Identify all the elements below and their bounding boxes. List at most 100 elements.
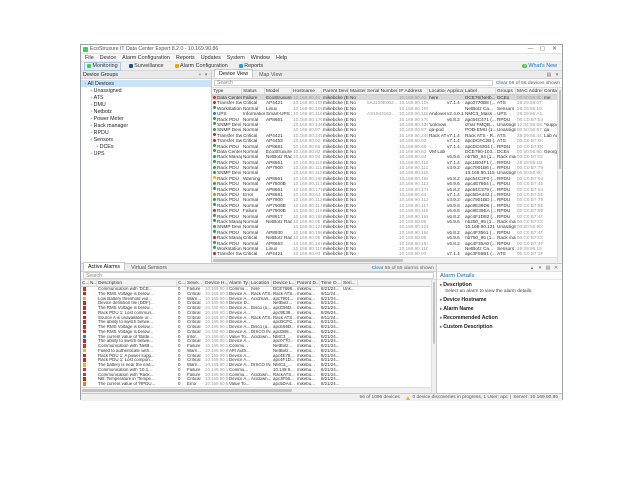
menu-item-file[interactable]: File [85,55,94,61]
tab-virtual-sensors[interactable]: Virtual Sensors [127,264,171,271]
expander-icon[interactable]: + [90,109,93,114]
tree-item-rpdu[interactable]: +RPDU [81,129,211,136]
tree-item-dmu[interactable]: +DMU [81,101,211,108]
alarm-column-header-n-[interactable]: N... [89,280,97,286]
minimize-panel-icon[interactable]: ▾ [554,72,560,78]
alarm-clear-button[interactable]: Clear [372,266,384,271]
tree-item-dces[interactable]: +DCEs [81,143,211,150]
expander-icon[interactable]: + [90,116,93,121]
column-header-groups[interactable]: Groups [496,88,516,94]
expander-icon[interactable]: + [90,88,93,93]
alarm-column-header-seve-[interactable]: Seve... [186,280,204,286]
menu-item-device[interactable]: Device [100,55,116,61]
alarm-severity-flag-icon [83,349,86,353]
menu-item-alarm-configuration[interactable]: Alarm Configuration [122,55,170,61]
alarm-column-header-alarm-ty-[interactable]: Alarm Ty... [228,280,250,286]
tree-item-power-meter[interactable]: +Power Meter [81,115,211,122]
column-header-model[interactable]: Model [265,88,292,94]
tree-item-sensors[interactable]: +Sensors [81,136,211,143]
section-label: Alarm Name [443,306,473,312]
tree-item-rack-manager[interactable]: +Rack manager [81,122,211,129]
expander-icon[interactable]: + [90,95,93,100]
device-row[interactable]: Transfer SwiCriticalAP442110.169.90.93mi… [212,251,557,256]
alarm-column-header-parent-d-[interactable]: Parent D... [296,280,320,286]
column-header-type[interactable]: Type [212,88,242,94]
alarm-search-input[interactable]: Search [83,272,434,279]
device-clear-button[interactable]: Clear [496,81,508,86]
expand-all-icon[interactable]: ▾ [537,265,543,271]
alarm-column-header-device-h-[interactable]: Device H... [204,280,228,286]
column-header-maintenanc-[interactable]: Maintenanc... [349,88,366,94]
column-header-status[interactable]: Status [242,88,265,94]
tree-item-ups[interactable]: +UPS [81,150,211,157]
alarm-vscrollbar[interactable] [431,280,436,393]
minimize-icon[interactable]: — [525,46,536,52]
section-header-alarm-name[interactable]: ▸Alarm Name [440,306,559,312]
perspective-monitoring[interactable]: Monitoring [84,62,121,71]
device-search-input[interactable]: Search [214,80,493,87]
device-status-icon [213,198,216,201]
alarm-details-section: ▸Alarm Name [440,306,559,312]
close-icon[interactable]: ✕ [549,46,560,52]
menu-item-reports[interactable]: Reports [176,55,195,61]
alarm-column-header-time-o-[interactable]: Time O... [320,280,342,286]
tree-item-netbotz[interactable]: +Netbotz [81,108,211,115]
alarm-column-header-device-l-[interactable]: Device L... [272,280,296,286]
panel-menu-icon[interactable]: ▤ [545,265,551,271]
device-status-icon [213,160,216,163]
alarm-column-header-seri-[interactable]: Seri... [342,280,358,286]
column-header-application-[interactable]: Application... [446,88,464,94]
expander-icon[interactable]: + [90,130,93,135]
column-header-mac-address[interactable]: MAC Address [516,88,543,94]
section-header-device-hostname[interactable]: ▸Device Hostname [440,297,559,303]
expander-icon[interactable]: + [90,102,93,107]
alarm-hscrollbar[interactable] [81,387,431,393]
view-menu-icon[interactable]: ▤ [546,72,552,78]
panel-menu-icon[interactable]: ▾ [203,72,209,78]
section-header-custom-description[interactable]: ▸Custom Description [440,324,559,330]
alarm-column-header-c-[interactable]: C... [81,280,89,286]
column-header-label[interactable]: Label [464,88,496,94]
column-header-hostname[interactable]: Hostname [292,88,322,94]
collapse-all-icon[interactable]: ▴ [529,265,535,271]
expander-icon[interactable]: + [90,137,93,142]
column-header-location[interactable]: Location [428,88,446,94]
device-status-icon [213,193,216,196]
alarm-details-section: ▸Recommended Action [440,315,559,321]
tab-device-view[interactable]: Device View [214,69,253,78]
alarm-details-panel: ▴ ▾ ▤ ✕ Alarm Details ▸DescriptionSelect… [437,264,562,393]
device-vscrollbar[interactable] [557,88,562,263]
perspective-surveillance[interactable]: Surveillance [126,62,167,71]
alarm-severity-flag-icon [83,335,86,339]
close-panel-icon[interactable]: ✕ [553,265,559,271]
section-header-description[interactable]: ▸Description [440,282,559,288]
device-status-icon [213,122,216,125]
section-header-recommended-action[interactable]: ▸Recommended Action [440,315,559,321]
menu-item-help[interactable]: Help [276,55,287,61]
column-header-parent-device[interactable]: Parent Device [322,88,349,94]
expander-icon[interactable]: + [84,81,87,86]
chevron-icon: ▸ [440,315,442,320]
menu-item-updates[interactable]: Updates [201,55,221,61]
device-table-header: TypeStatusModelHostnameParent DeviceMain… [212,88,557,95]
expander-icon[interactable]: + [90,123,93,128]
column-header-serial-number[interactable]: Serial Number [366,88,398,94]
column-header-ip-address[interactable]: IP Address [398,88,428,94]
menu-item-system[interactable]: System [227,55,245,61]
expander-icon[interactable]: + [90,151,93,156]
expander-icon[interactable]: + [96,144,99,149]
device-hscrollbar[interactable] [212,257,557,263]
tree-item-unassigned[interactable]: +Unassigned [81,87,211,94]
tab-active-alarms[interactable]: Active Alarms [83,262,125,271]
tree-item-all-devices[interactable]: +All Devices [81,80,211,87]
tab-map-view[interactable]: Map View [255,71,286,78]
device-grid: TypeStatusModelHostnameParent DeviceMain… [212,88,562,263]
tree-item-ats[interactable]: +ATS [81,94,211,101]
alarm-severity-flag-icon [83,311,86,315]
alarm-column-header-c-[interactable]: C... [177,280,186,286]
whats-new-link[interactable]: ?What's New [522,63,559,69]
alarm-column-header-description[interactable]: Description [97,280,177,286]
maximize-icon[interactable]: ▢ [537,46,548,52]
alarm-column-header-location[interactable]: Location [250,280,272,286]
menu-item-window[interactable]: Window [251,55,270,61]
